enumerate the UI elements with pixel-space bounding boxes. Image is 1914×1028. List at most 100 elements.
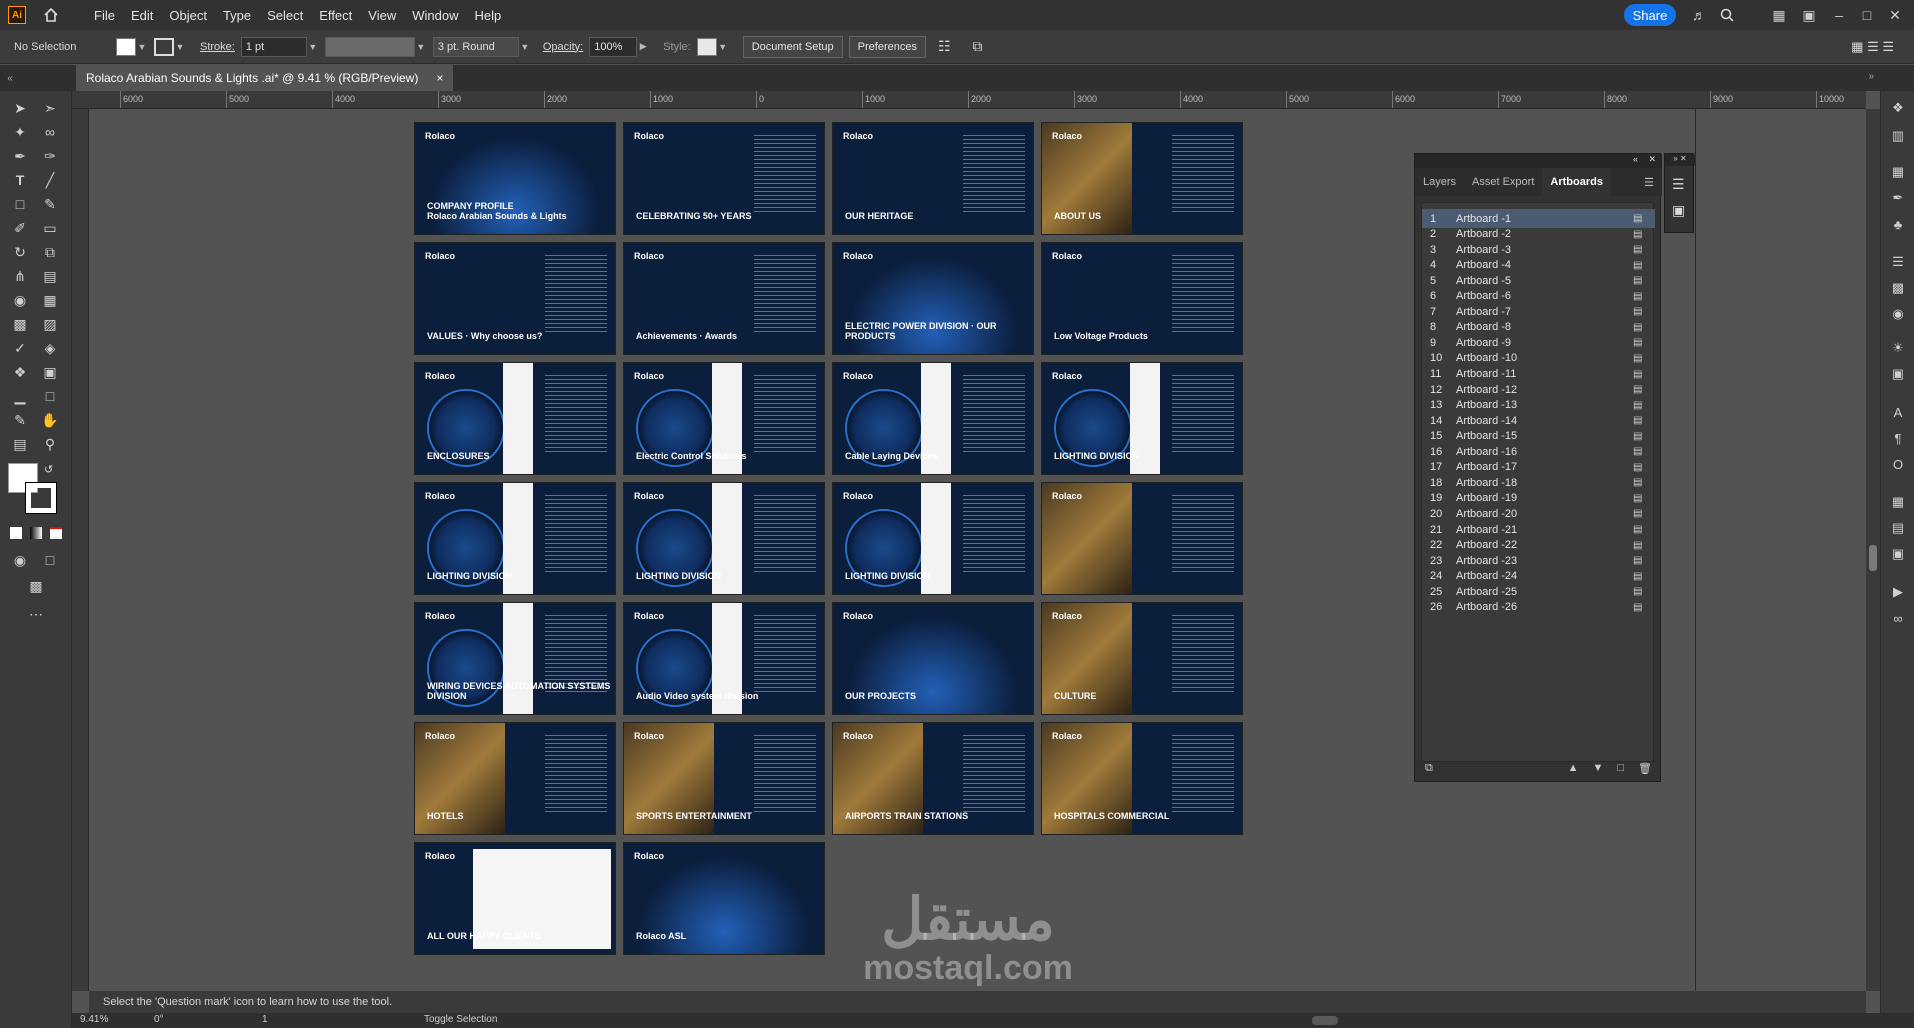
artboard-options-icon[interactable]: ▤ bbox=[1633, 462, 1655, 473]
scale-tool-icon[interactable]: ⧉ bbox=[38, 241, 62, 263]
artboard-name[interactable]: Artboard -11 bbox=[1456, 368, 1633, 380]
menu-effect[interactable]: Effect bbox=[319, 8, 352, 23]
artboard-options-icon[interactable]: ▤ bbox=[1633, 400, 1655, 411]
magic-wand-icon[interactable]: ✦ bbox=[8, 121, 32, 143]
artboard-name[interactable]: Artboard -13 bbox=[1456, 399, 1633, 411]
artboard-options-icon[interactable]: ▤ bbox=[1633, 213, 1655, 224]
stroke-color-swatch[interactable] bbox=[25, 482, 57, 514]
artboard-thumbnail[interactable]: Rolaco Audio Video system division bbox=[623, 602, 825, 715]
brushes-icon[interactable]: ✒ bbox=[1889, 189, 1907, 207]
direct-selection-tool-icon[interactable]: ➣ bbox=[38, 97, 62, 119]
links-icon[interactable]: ∞ bbox=[1889, 609, 1907, 627]
zoom-level[interactable]: 9.41% bbox=[80, 1014, 108, 1025]
transform-icon[interactable]: ▦ bbox=[1889, 493, 1907, 511]
artboard-navigator[interactable]: 1 bbox=[262, 1014, 268, 1025]
blend-tool-icon[interactable]: ◈ bbox=[38, 337, 62, 359]
tab-layers[interactable]: Layers bbox=[1415, 168, 1464, 196]
artboard-name[interactable]: Artboard -2 bbox=[1456, 228, 1633, 240]
brush-definition[interactable]: 3 pt. Round bbox=[432, 36, 519, 57]
pencil-tool-icon[interactable]: ✎ bbox=[38, 193, 62, 215]
appearance-icon[interactable]: ☀ bbox=[1889, 339, 1907, 357]
artboard-thumbnail[interactable]: Rolaco VALUES · Why choose us? bbox=[414, 242, 616, 355]
artboard-options-icon[interactable]: ▤ bbox=[1633, 540, 1655, 551]
opentype-icon[interactable]: O bbox=[1889, 455, 1907, 473]
draw-mode-icon[interactable]: ◉ bbox=[8, 549, 32, 571]
artboard-thumbnail[interactable]: Rolaco WIRING DEVICES AUTOMATION SYSTEMS … bbox=[414, 602, 616, 715]
artboard-options-icon[interactable]: ▤ bbox=[1633, 602, 1655, 613]
chevron-down-icon[interactable]: ▼ bbox=[136, 42, 148, 52]
fill-swatch[interactable] bbox=[116, 37, 136, 56]
artboard-thumbnail[interactable]: Rolaco AIRPORTS TRAIN STATIONS bbox=[832, 722, 1034, 835]
selection-tool-icon[interactable]: ➤ bbox=[8, 97, 32, 119]
stroke-swatch[interactable] bbox=[154, 37, 174, 56]
move-down-icon[interactable]: ▼ bbox=[1592, 762, 1603, 775]
artboard-thumbnail[interactable]: Rolaco OUR PROJECTS bbox=[832, 602, 1034, 715]
menu-object[interactable]: Object bbox=[169, 8, 207, 23]
menu-type[interactable]: Type bbox=[223, 8, 251, 23]
artboard-thumbnail[interactable]: Rolaco ENCLOSURES bbox=[414, 362, 616, 475]
rotate-tool-icon[interactable]: ↻ bbox=[8, 241, 32, 263]
artboard-options-icon[interactable]: ▤ bbox=[1633, 555, 1655, 566]
artboard-name[interactable]: Artboard -5 bbox=[1456, 275, 1633, 287]
more-tools-icon[interactable]: ⋯ bbox=[24, 603, 48, 625]
collapse-panel-icon[interactable]: « bbox=[1633, 154, 1638, 164]
artboard-options-icon[interactable]: ▤ bbox=[1633, 353, 1655, 364]
stroke-weight-input[interactable]: 1 pt bbox=[240, 36, 307, 57]
character-icon[interactable]: A bbox=[1889, 403, 1907, 421]
chevron-down-icon[interactable]: ▼ bbox=[174, 42, 186, 52]
artboard-options-icon[interactable]: ▤ bbox=[1633, 446, 1655, 457]
artboard-name[interactable]: Artboard -17 bbox=[1456, 461, 1633, 473]
none-mode-icon[interactable] bbox=[50, 527, 62, 539]
chevron-right-icon[interactable]: ▶ bbox=[637, 41, 649, 52]
tab-artboards[interactable]: Artboards bbox=[1542, 168, 1611, 196]
menu-edit[interactable]: Edit bbox=[131, 8, 153, 23]
artboard-options-icon[interactable]: ▤ bbox=[1633, 493, 1655, 504]
artboard-name[interactable]: Artboard -21 bbox=[1456, 524, 1633, 536]
print-tiling-icon[interactable]: ▤ bbox=[8, 433, 32, 455]
artboard-options-icon[interactable]: ▤ bbox=[1633, 260, 1655, 271]
restore-icon[interactable]: □ bbox=[1858, 6, 1876, 24]
home-icon[interactable] bbox=[40, 4, 62, 26]
artboard-options-icon[interactable]: ▤ bbox=[1633, 337, 1655, 348]
bell-icon[interactable]: ♬ bbox=[1690, 6, 1708, 24]
slice-tool-icon[interactable]: ✎ bbox=[8, 409, 32, 431]
artboard-name[interactable]: Artboard -6 bbox=[1456, 290, 1633, 302]
new-artboard-icon[interactable]: □ bbox=[1617, 762, 1624, 775]
swatches-icon[interactable]: ▦ bbox=[1889, 163, 1907, 181]
artboard-thumbnail[interactable]: Rolaco bbox=[1041, 482, 1243, 595]
artboard-name[interactable]: Artboard -24 bbox=[1456, 570, 1633, 582]
artboard-options-icon[interactable]: ▤ bbox=[1633, 244, 1655, 255]
artboard-thumbnail[interactable]: Rolaco ELECTRIC POWER DIVISION · OUR PROD… bbox=[832, 242, 1034, 355]
opacity-label[interactable]: Opacity: bbox=[543, 41, 583, 53]
artboard-thumbnail[interactable]: Rolaco HOSPITALS COMMERCIAL bbox=[1041, 722, 1243, 835]
artboard-options-icon[interactable]: ▤ bbox=[1633, 384, 1655, 395]
paintbrush-icon[interactable]: ✐ bbox=[8, 217, 32, 239]
artboard-name[interactable]: Artboard -7 bbox=[1456, 306, 1633, 318]
artboard-row[interactable]: 26 Artboard -26 ▤ bbox=[1422, 598, 1655, 617]
graphic-styles-icon[interactable]: ▣ bbox=[1889, 365, 1907, 383]
collapse-icon[interactable]: « bbox=[0, 65, 20, 91]
artboard-name[interactable]: Artboard -14 bbox=[1456, 415, 1633, 427]
eyedropper-icon[interactable]: ✓ bbox=[8, 337, 32, 359]
eraser-icon[interactable]: ▭ bbox=[38, 217, 62, 239]
menu-help[interactable]: Help bbox=[474, 8, 501, 23]
chevron-down-icon[interactable]: ▼ bbox=[519, 42, 531, 52]
align-icon[interactable]: ☷ bbox=[938, 38, 951, 55]
collapse-panels-icon[interactable]: » bbox=[1868, 71, 1874, 82]
status-mode[interactable]: Toggle Selection bbox=[424, 1014, 497, 1025]
column-graph-icon[interactable]: ▣ bbox=[38, 361, 62, 383]
gradient-tool-icon[interactable]: ▨ bbox=[38, 313, 62, 335]
artboard-name[interactable]: Artboard -10 bbox=[1456, 352, 1633, 364]
paragraph-icon[interactable]: ¶ bbox=[1889, 429, 1907, 447]
rearrange-icon[interactable]: ⧉ bbox=[1425, 762, 1433, 775]
align-panel-icon[interactable]: ▤ bbox=[1889, 519, 1907, 537]
artboard-thumbnail[interactable]: Rolaco LIGHTING DIVISION bbox=[832, 482, 1034, 595]
lasso-icon[interactable]: ∞ bbox=[38, 121, 62, 143]
gradient-mode-icon[interactable] bbox=[30, 527, 42, 539]
artboard-name[interactable]: Artboard -26 bbox=[1456, 601, 1633, 613]
artboard-options-icon[interactable]: ▤ bbox=[1633, 306, 1655, 317]
artboard-name[interactable]: Artboard -9 bbox=[1456, 337, 1633, 349]
chevron-down-icon[interactable]: ▼ bbox=[415, 42, 427, 52]
menu-view[interactable]: View bbox=[368, 8, 396, 23]
curvature-tool-icon[interactable]: ✑ bbox=[38, 145, 62, 167]
